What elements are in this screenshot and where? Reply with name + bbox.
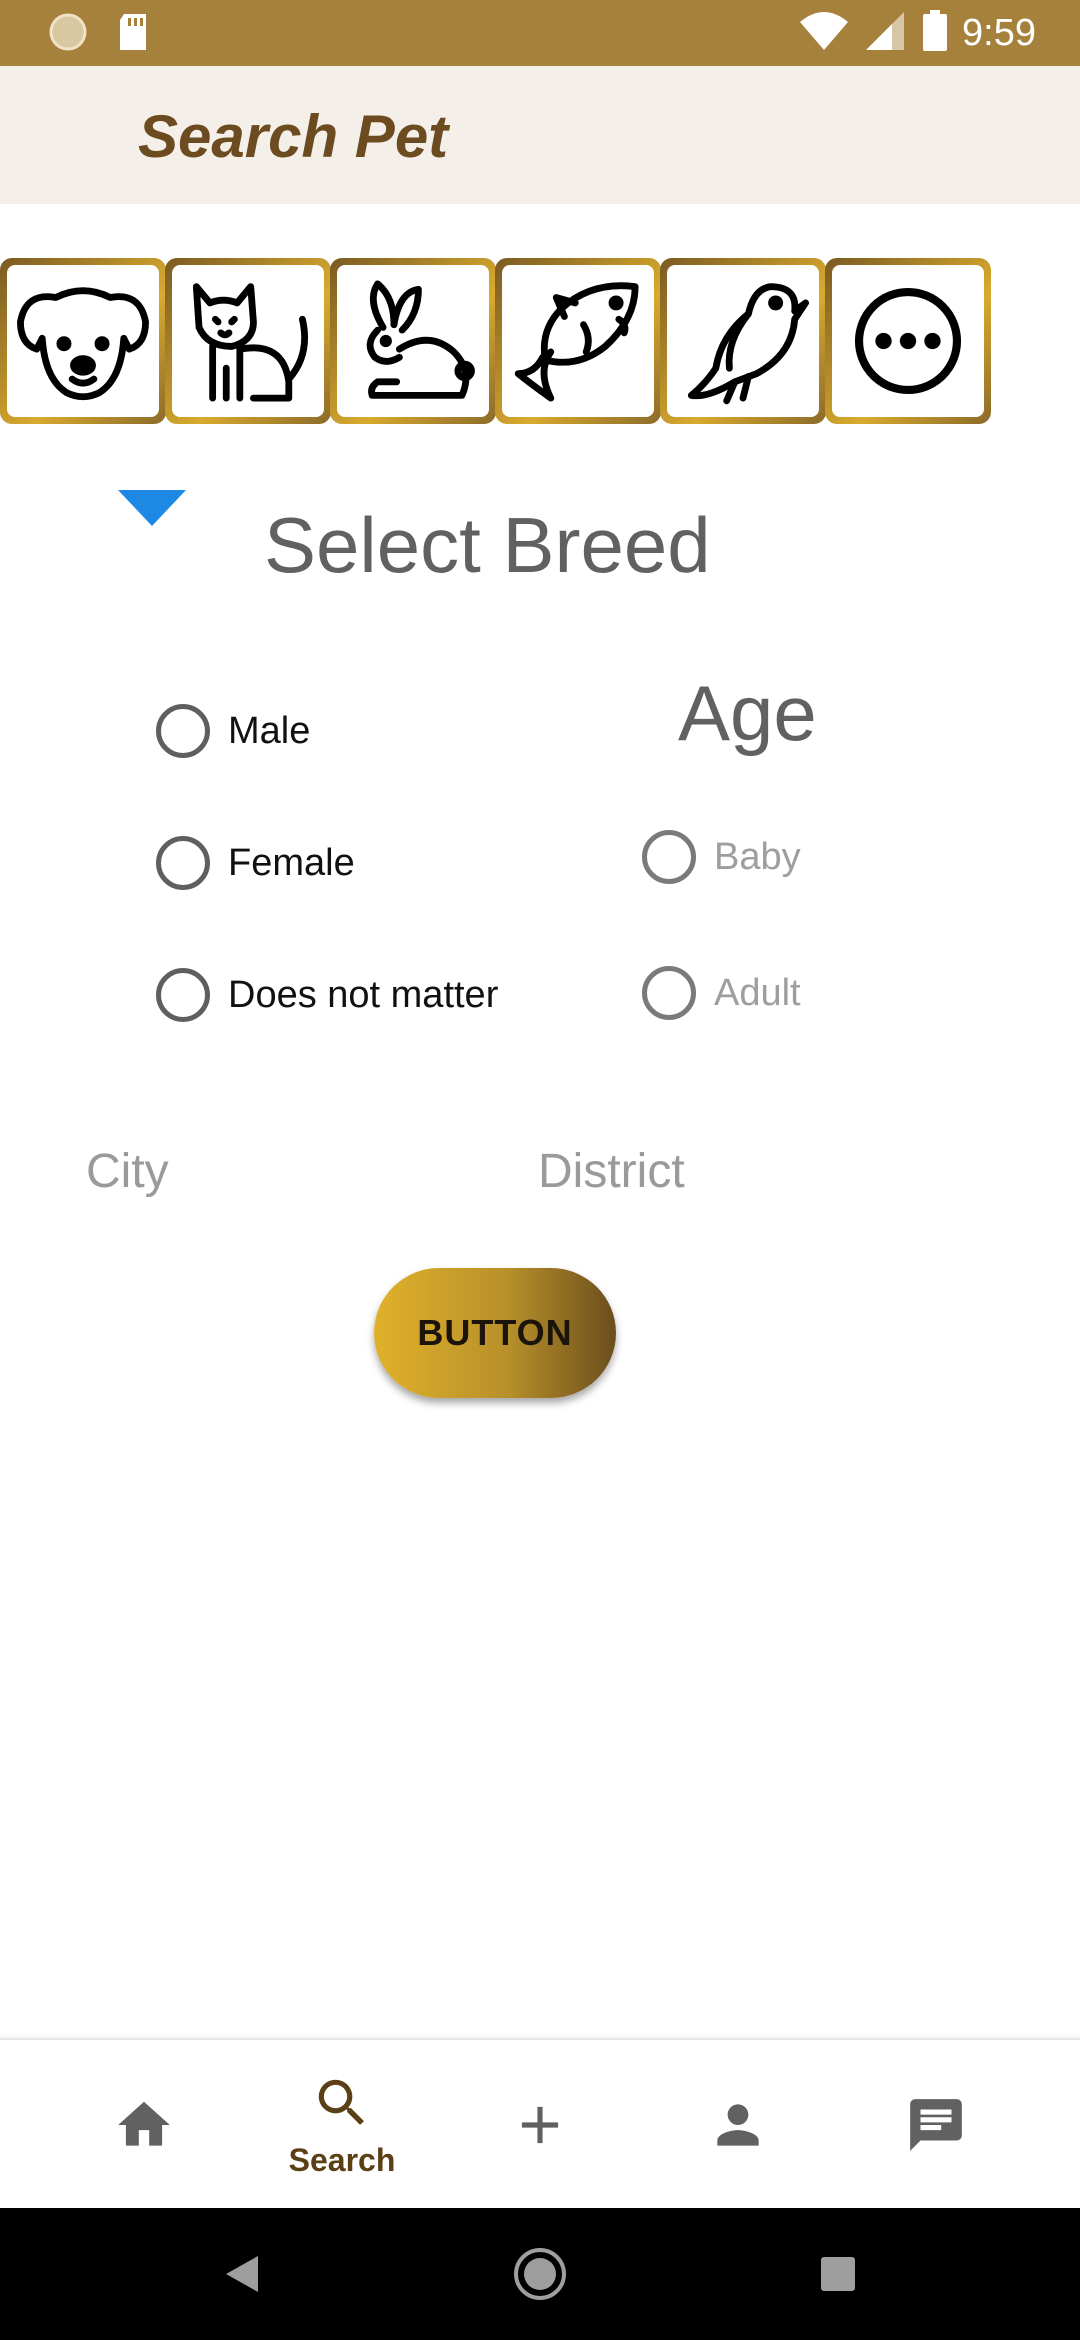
back-button[interactable] (212, 2244, 272, 2304)
home-icon (118, 2101, 170, 2146)
district-field[interactable]: District (538, 1144, 685, 1199)
fish-icon (514, 282, 639, 402)
home-system-button[interactable] (510, 2244, 570, 2304)
pet-tile-bird[interactable] (660, 258, 826, 424)
recents-button[interactable] (808, 2244, 868, 2304)
age-title: Age (678, 669, 817, 757)
radio-button[interactable] (156, 704, 210, 758)
pet-tile-dog[interactable] (0, 258, 166, 424)
radio-label: Does not matter (228, 973, 499, 1016)
radio-label: Adult (714, 971, 801, 1014)
gender-option-any[interactable]: Does not matter (156, 968, 498, 1022)
age-option-adult[interactable]: Adult (642, 966, 801, 1020)
gender-option-female[interactable]: Female (156, 836, 355, 890)
battery-icon (922, 9, 948, 57)
radio-button[interactable] (642, 966, 696, 1020)
nav-item-search[interactable]: Search (244, 2040, 440, 2210)
wifi-icon (798, 10, 850, 57)
signal-icon (864, 10, 908, 57)
dog-icon (17, 287, 149, 401)
radio-button[interactable] (156, 836, 210, 890)
radio-label: Female (228, 841, 355, 884)
nav-item-add[interactable] (442, 2040, 638, 2210)
pet-tile-rabbit[interactable] (330, 258, 496, 424)
app-bar: Search Pet (0, 66, 1080, 204)
radio-label: Male (228, 709, 311, 752)
nav-item-messages[interactable] (838, 2040, 1034, 2210)
nav-item-home[interactable] (46, 2040, 242, 2210)
recents-icon (821, 2257, 855, 2291)
system-navigation-bar (0, 2208, 1080, 2340)
age-option-baby[interactable]: Baby (642, 830, 801, 884)
add-icon (521, 2106, 559, 2144)
breed-dropdown[interactable]: Select Breed (264, 500, 711, 591)
nav-label-search: Search (288, 2141, 396, 2178)
pet-tile-more[interactable] (825, 258, 991, 424)
home-circle-icon (514, 2248, 566, 2300)
search-icon (318, 2079, 364, 2125)
radio-label: Baby (714, 835, 801, 878)
city-field[interactable]: City (86, 1144, 169, 1199)
pet-tile-cat[interactable] (165, 258, 331, 424)
radio-button[interactable] (642, 830, 696, 884)
pet-type-selector (0, 258, 991, 424)
dropdown-caret-icon (118, 490, 186, 526)
bird-icon (687, 283, 809, 405)
page-title: Search Pet (138, 103, 449, 170)
more-icon (854, 287, 962, 395)
status-bar: 9:59 (0, 0, 1080, 66)
pet-tile-fish[interactable] (495, 258, 661, 424)
gender-option-male[interactable]: Male (156, 704, 310, 758)
person-icon (717, 2104, 759, 2146)
status-time: 9:59 (962, 12, 1036, 54)
back-icon (226, 2256, 258, 2292)
sd-card-icon (116, 12, 150, 57)
loading-icon (48, 12, 88, 57)
rabbit-icon (366, 280, 475, 399)
radio-button[interactable] (156, 968, 210, 1022)
chat-icon (910, 2099, 962, 2151)
nav-item-profile[interactable] (640, 2040, 836, 2210)
breed-dropdown-toggle[interactable] (118, 490, 186, 526)
bottom-navigation: Search (0, 2038, 1080, 2208)
cat-icon (192, 283, 308, 402)
search-button[interactable]: BUTTON (374, 1268, 616, 1398)
